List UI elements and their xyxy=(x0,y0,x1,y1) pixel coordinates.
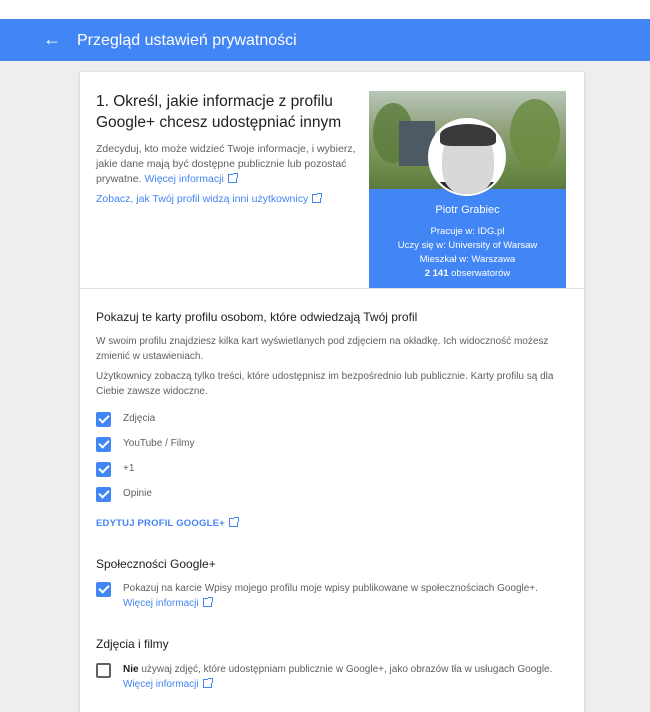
description-text: Zdecyduj, kto może widzieć Twoje informa… xyxy=(96,143,356,185)
section-title-communities: Społeczności Google+ xyxy=(96,557,216,571)
checkbox-checked-icon[interactable] xyxy=(96,412,111,427)
photos-text: używaj zdjęć, które udostępniam publiczn… xyxy=(138,664,553,675)
settings-card: 1. Określ, jakie informacje z profilu Go… xyxy=(80,72,584,712)
section-title-profile-tabs: Pokazuj te karty profilu osobom, które o… xyxy=(96,310,418,324)
edit-profile-label[interactable]: EDYTUJ PROFIL GOOGLE+ xyxy=(96,518,225,529)
profile-school: Uczy się w: University of Warsaw xyxy=(397,240,538,251)
section-paragraph: Użytkownicy zobaczą tylko treści, które … xyxy=(96,371,554,397)
checkbox-label: +1 xyxy=(123,463,135,474)
communities-text: Pokazuj na karcie Wpisy mojego profilu m… xyxy=(123,583,538,594)
more-info-link[interactable]: Więcej informacji xyxy=(123,679,199,690)
view-profile-link[interactable]: Zobacz, jak Twój profil widzą inni użytk… xyxy=(96,193,308,205)
profile-followers: 2 141 obserwatorów xyxy=(369,267,566,280)
more-info-link[interactable]: Więcej informacji xyxy=(123,598,199,609)
section-title-photos-videos: Zdjęcia i filmy xyxy=(96,637,169,651)
followers-count: 2 141 xyxy=(424,268,449,279)
profile-preview-card: Piotr Grabiec Pracuje w: IDG.pl Uczy się… xyxy=(369,91,566,288)
checkbox-checked-icon[interactable] xyxy=(96,487,111,502)
external-link-icon xyxy=(312,193,323,203)
page-title: Przegląd ustawień prywatności xyxy=(77,32,297,49)
section-title-profile-info: 1. Określ, jakie informacje z profilu Go… xyxy=(96,93,342,131)
checkbox-unchecked-icon[interactable] xyxy=(96,663,111,678)
view-profile-row: Zobacz, jak Twój profil widzą inni użytk… xyxy=(96,192,323,206)
checkbox-label: Zdjęcia xyxy=(123,413,156,424)
profile-lives: Mieszkał w: Warszawa xyxy=(419,254,516,265)
more-info-link[interactable]: Więcej informacji xyxy=(144,173,223,185)
arrow-left-icon[interactable]: ← xyxy=(41,28,63,50)
divider xyxy=(80,288,584,289)
external-link-icon xyxy=(227,173,238,183)
profile-name: Piotr Grabiec xyxy=(435,204,500,216)
checkbox-checked-icon[interactable] xyxy=(96,437,111,452)
external-link-icon xyxy=(202,597,213,607)
photos-text-bold: Nie xyxy=(123,664,139,675)
communities-checkbox-text: Pokazuj na karcie Wpisy mojego profilu m… xyxy=(123,581,563,611)
profile-work: Pracuje w: IDG.pl xyxy=(430,226,505,237)
avatar xyxy=(428,118,506,196)
checkbox-photos-background[interactable] xyxy=(96,663,116,679)
checkbox-label: YouTube / Filmy xyxy=(123,438,195,449)
external-link-icon xyxy=(202,678,213,688)
avatar-hair xyxy=(440,124,496,146)
app-bar: ← Przegląd ustawień prywatności xyxy=(0,19,650,61)
section-description: Zdecyduj, kto może widzieć Twoje informa… xyxy=(96,142,364,187)
photos-checkbox-text: Nie używaj zdjęć, które udostępniam publ… xyxy=(123,662,563,692)
checkbox-checked-icon[interactable] xyxy=(96,462,111,477)
external-link-icon xyxy=(228,517,239,527)
checkbox-checked-icon[interactable] xyxy=(96,582,111,597)
edit-profile-button[interactable]: EDYTUJ PROFIL GOOGLE+ xyxy=(96,517,239,529)
window-top-strip xyxy=(0,0,650,19)
followers-label: obserwatorów xyxy=(451,268,511,279)
checkbox-communities[interactable] xyxy=(96,582,116,598)
section-paragraph: W swoim profilu znajdziesz kilka kart wy… xyxy=(96,336,549,362)
checkbox-label: Opinie xyxy=(123,488,152,499)
cover-tree xyxy=(510,99,560,169)
